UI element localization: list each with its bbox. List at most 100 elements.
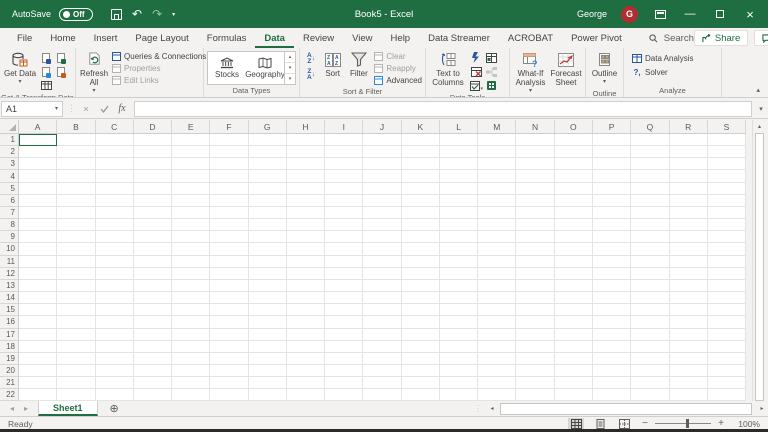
cell-O21[interactable] xyxy=(555,377,593,389)
cell-P10[interactable] xyxy=(593,243,631,255)
cell-E11[interactable] xyxy=(172,256,210,268)
page-layout-view-icon[interactable] xyxy=(592,418,608,430)
cell-Q5[interactable] xyxy=(631,183,669,195)
cell-K5[interactable] xyxy=(402,183,440,195)
cell-H4[interactable] xyxy=(287,170,325,182)
cell-G12[interactable] xyxy=(249,268,287,280)
cell-P1[interactable] xyxy=(593,134,631,146)
cell-R20[interactable] xyxy=(670,365,708,377)
cell-P15[interactable] xyxy=(593,304,631,316)
cell-A7[interactable] xyxy=(19,207,57,219)
cell-I19[interactable] xyxy=(325,353,363,365)
cell-P22[interactable] xyxy=(593,389,631,401)
cell-C22[interactable] xyxy=(96,389,134,401)
cell-S13[interactable] xyxy=(708,280,746,292)
cell-H15[interactable] xyxy=(287,304,325,316)
cell-O16[interactable] xyxy=(555,316,593,328)
cell-N7[interactable] xyxy=(516,207,554,219)
cell-F4[interactable] xyxy=(210,170,248,182)
properties-button[interactable]: Properties xyxy=(111,63,206,74)
cell-S11[interactable] xyxy=(708,256,746,268)
data-model-icon[interactable] xyxy=(484,79,498,92)
cell-L2[interactable] xyxy=(440,146,478,158)
cell-H8[interactable] xyxy=(287,219,325,231)
cell-I17[interactable] xyxy=(325,329,363,341)
cell-E22[interactable] xyxy=(172,389,210,401)
row-header-7[interactable]: 7 xyxy=(0,207,19,219)
text-to-columns-button[interactable]: Text to Columns xyxy=(429,50,467,92)
tab-review[interactable]: Review xyxy=(294,28,343,48)
cell-S18[interactable] xyxy=(708,341,746,353)
zoom-level[interactable]: 100% xyxy=(734,419,760,429)
cell-E12[interactable] xyxy=(172,268,210,280)
cell-B8[interactable] xyxy=(57,219,95,231)
cell-K13[interactable] xyxy=(402,280,440,292)
cell-F19[interactable] xyxy=(210,353,248,365)
minimize-icon[interactable]: — xyxy=(682,6,698,22)
cell-J18[interactable] xyxy=(363,341,401,353)
cell-A9[interactable] xyxy=(19,231,57,243)
tab-data-streamer[interactable]: Data Streamer xyxy=(419,28,499,48)
cell-G4[interactable] xyxy=(249,170,287,182)
row-header-13[interactable]: 13 xyxy=(0,280,19,292)
cell-C18[interactable] xyxy=(96,341,134,353)
ribbon-display-options-icon[interactable] xyxy=(652,6,668,22)
cell-F13[interactable] xyxy=(210,280,248,292)
cell-R22[interactable] xyxy=(670,389,708,401)
clear-button[interactable]: Clear xyxy=(373,51,422,62)
customize-qat-icon[interactable]: ▾ xyxy=(172,11,175,18)
cell-R15[interactable] xyxy=(670,304,708,316)
cell-H1[interactable] xyxy=(287,134,325,146)
cell-Q12[interactable] xyxy=(631,268,669,280)
cell-A22[interactable] xyxy=(19,389,57,401)
cell-S7[interactable] xyxy=(708,207,746,219)
cell-G19[interactable] xyxy=(249,353,287,365)
comments-button[interactable]: Comments xyxy=(754,30,768,46)
cell-A21[interactable] xyxy=(19,377,57,389)
cell-N2[interactable] xyxy=(516,146,554,158)
cell-H7[interactable] xyxy=(287,207,325,219)
cell-P8[interactable] xyxy=(593,219,631,231)
from-table-range-icon[interactable] xyxy=(39,65,53,78)
cell-D9[interactable] xyxy=(134,231,172,243)
cell-P18[interactable] xyxy=(593,341,631,353)
cell-O17[interactable] xyxy=(555,329,593,341)
cell-A20[interactable] xyxy=(19,365,57,377)
gallery-down-icon[interactable]: ▾ xyxy=(285,63,295,74)
cell-R14[interactable] xyxy=(670,292,708,304)
cell-E3[interactable] xyxy=(172,158,210,170)
cell-H18[interactable] xyxy=(287,341,325,353)
cell-I1[interactable] xyxy=(325,134,363,146)
cell-R16[interactable] xyxy=(670,316,708,328)
cell-A6[interactable] xyxy=(19,195,57,207)
autosave-toggle[interactable]: Off xyxy=(59,8,93,21)
cell-F15[interactable] xyxy=(210,304,248,316)
cell-A2[interactable] xyxy=(19,146,57,158)
cell-E21[interactable] xyxy=(172,377,210,389)
cell-J8[interactable] xyxy=(363,219,401,231)
cell-M11[interactable] xyxy=(478,256,516,268)
solver-button[interactable]: ?, Solver xyxy=(632,67,668,78)
cell-Q1[interactable] xyxy=(631,134,669,146)
cell-G22[interactable] xyxy=(249,389,287,401)
cell-C7[interactable] xyxy=(96,207,134,219)
cell-J7[interactable] xyxy=(363,207,401,219)
cell-J21[interactable] xyxy=(363,377,401,389)
row-header-4[interactable]: 4 xyxy=(0,170,19,182)
cell-E2[interactable] xyxy=(172,146,210,158)
cell-D18[interactable] xyxy=(134,341,172,353)
cell-S20[interactable] xyxy=(708,365,746,377)
cell-R8[interactable] xyxy=(670,219,708,231)
cell-P2[interactable] xyxy=(593,146,631,158)
cell-D2[interactable] xyxy=(134,146,172,158)
cell-C5[interactable] xyxy=(96,183,134,195)
cell-P7[interactable] xyxy=(593,207,631,219)
cell-O3[interactable] xyxy=(555,158,593,170)
cell-R7[interactable] xyxy=(670,207,708,219)
cell-F8[interactable] xyxy=(210,219,248,231)
cell-H20[interactable] xyxy=(287,365,325,377)
gallery-more-icon[interactable]: ▾ xyxy=(285,74,295,84)
cell-K14[interactable] xyxy=(402,292,440,304)
cell-S4[interactable] xyxy=(708,170,746,182)
cell-P3[interactable] xyxy=(593,158,631,170)
